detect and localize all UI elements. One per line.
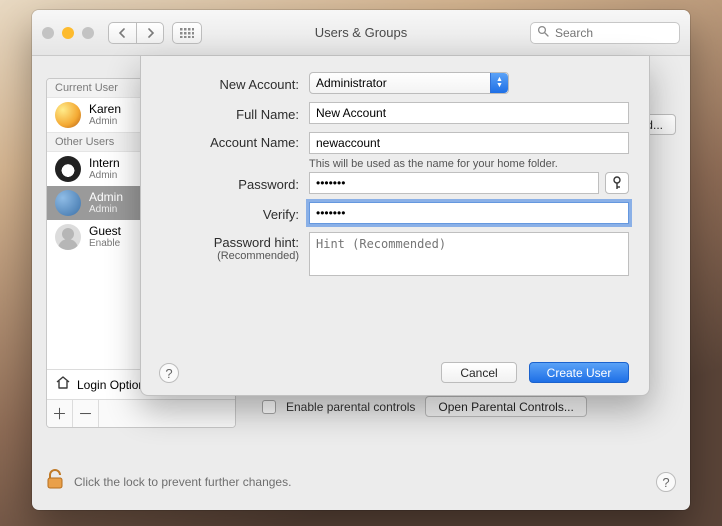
password-assistant-button[interactable] xyxy=(605,172,629,194)
label-hint: Password hint: (Recommended) xyxy=(157,232,309,262)
user-role: Admin xyxy=(89,170,120,181)
password-input[interactable] xyxy=(309,172,599,194)
new-account-sheet: New Account: Administrator ▲▼ Full Name:… xyxy=(140,56,650,396)
avatar xyxy=(55,190,81,216)
cancel-button[interactable]: Cancel xyxy=(441,362,517,383)
key-icon xyxy=(611,176,623,190)
lock-row: Click the lock to prevent further change… xyxy=(46,468,676,496)
lock-text: Click the lock to prevent further change… xyxy=(74,475,291,489)
add-user-button[interactable]: ＋ xyxy=(47,400,73,427)
home-icon xyxy=(55,375,71,394)
label-verify: Verify: xyxy=(157,204,309,222)
forward-button[interactable] xyxy=(136,22,164,44)
close-window-button[interactable] xyxy=(42,27,54,39)
updown-icon: ▲▼ xyxy=(490,73,508,93)
prefs-window: Users & Groups Current User Karen Admin … xyxy=(32,10,690,510)
parental-checkbox[interactable] xyxy=(262,400,276,414)
label-password: Password: xyxy=(157,174,309,192)
user-name: Admin xyxy=(89,191,123,204)
avatar xyxy=(55,156,81,182)
back-button[interactable] xyxy=(108,22,136,44)
hint-input[interactable] xyxy=(309,232,629,276)
zoom-window-button[interactable] xyxy=(82,27,94,39)
user-name: Intern xyxy=(89,157,120,170)
account-type-value: Administrator xyxy=(316,76,387,90)
label-account-name: Account Name: xyxy=(157,132,309,150)
parental-controls-row: Enable parental controls Open Parental C… xyxy=(262,396,676,417)
verify-input[interactable] xyxy=(309,202,629,224)
user-role: Enable xyxy=(89,238,121,249)
search-icon xyxy=(537,25,549,40)
traffic-lights xyxy=(42,27,94,39)
chevron-right-icon xyxy=(146,28,155,38)
user-name: Karen xyxy=(89,103,121,116)
open-parental-controls-button[interactable]: Open Parental Controls... xyxy=(425,396,586,417)
create-user-button[interactable]: Create User xyxy=(529,362,629,383)
label-new-account: New Account: xyxy=(157,74,309,92)
label-full-name: Full Name: xyxy=(157,104,309,122)
account-name-input[interactable] xyxy=(309,132,629,154)
parental-checkbox-label: Enable parental controls xyxy=(286,400,415,414)
sheet-help-button[interactable]: ? xyxy=(159,363,179,383)
user-role: Admin xyxy=(89,116,121,127)
toolbar: Users & Groups xyxy=(32,10,690,56)
user-name: Guest xyxy=(89,225,121,238)
user-role: Admin xyxy=(89,204,123,215)
lock-icon[interactable] xyxy=(46,468,64,496)
help-button[interactable]: ? xyxy=(656,472,676,492)
avatar xyxy=(55,224,81,250)
full-name-input[interactable] xyxy=(309,102,629,124)
account-name-note: This will be used as the name for your h… xyxy=(309,154,629,170)
chevron-left-icon xyxy=(118,28,127,38)
avatar xyxy=(55,102,81,128)
nav-seg xyxy=(108,22,164,44)
add-remove-bar: ＋ － xyxy=(47,399,235,427)
show-all-button[interactable] xyxy=(172,22,202,44)
grid-icon xyxy=(180,28,194,38)
search-input[interactable] xyxy=(553,25,673,41)
account-type-select[interactable]: Administrator ▲▼ xyxy=(309,72,509,94)
remove-user-button[interactable]: － xyxy=(73,400,99,427)
search-field[interactable] xyxy=(530,22,680,44)
minimize-window-button[interactable] xyxy=(62,27,74,39)
